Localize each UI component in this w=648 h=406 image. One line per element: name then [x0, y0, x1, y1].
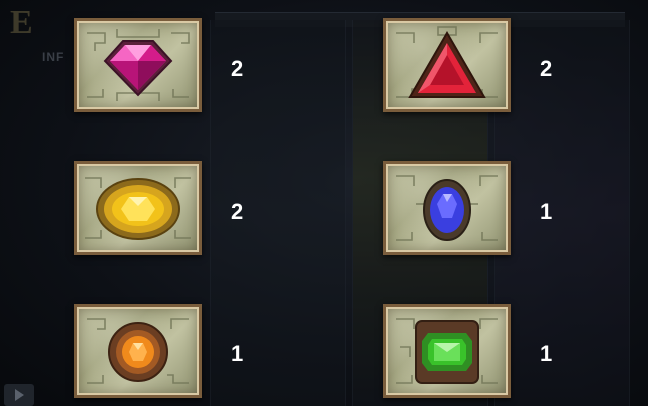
symbol-tile-orange-round: [74, 304, 202, 398]
symbol-count: 2: [540, 56, 553, 81]
blue-oval-gem-icon: [396, 175, 498, 241]
symbol-count: 1: [540, 199, 553, 224]
symbol-tile-blue-oval: [383, 161, 511, 255]
background-play-icon: [4, 384, 34, 406]
symbol-count: 2: [231, 56, 244, 81]
symbol-tile-pink-diamond: [74, 18, 202, 112]
red-triangle-gem-icon: [396, 26, 498, 98]
pink-diamond-gem-icon: [87, 29, 190, 101]
background-reel: [494, 20, 630, 406]
symbol-count: 2: [231, 199, 244, 224]
green-square-gem-icon: [396, 318, 498, 384]
symbol-count: 1: [540, 341, 553, 366]
symbol-tile-yellow-oval: [74, 161, 202, 255]
symbol-tile-red-triangle: [383, 18, 511, 112]
symbol-count: 1: [231, 341, 244, 366]
yellow-oval-gem-icon: [85, 177, 191, 240]
background-logo: E: [10, 4, 35, 41]
background-info-label: INF: [42, 50, 65, 64]
paytable-screen: E INF 2 2 2 1 1 1: [0, 0, 648, 406]
orange-round-gem-icon: [87, 318, 189, 384]
symbol-tile-green-square: [383, 304, 511, 398]
